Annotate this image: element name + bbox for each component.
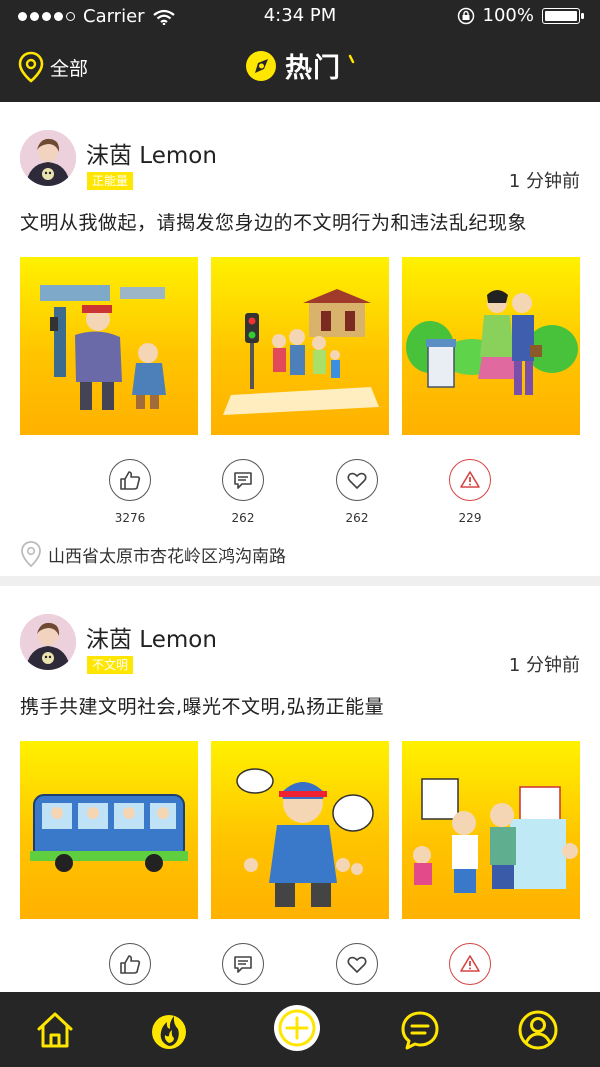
page-title-text: 热门 — [285, 53, 341, 84]
tab-hot[interactable] — [145, 1006, 193, 1054]
post-image-trash-cartoon[interactable] — [402, 257, 580, 435]
post-image-clinic-cartoon[interactable] — [402, 741, 580, 919]
battery-group: 100% — [457, 5, 584, 26]
report-count: 229 — [458, 511, 482, 525]
compass-logo-icon — [246, 50, 276, 81]
profile-icon — [518, 1010, 558, 1050]
post-image-spitting-cartoon[interactable] — [211, 741, 389, 919]
post-time: 1 分钟前 — [508, 171, 580, 192]
spark-decoration-icon — [348, 54, 355, 63]
home-icon — [37, 1012, 73, 1048]
favorite-action[interactable] — [317, 943, 397, 985]
username[interactable]: 沫茵 Lemon — [86, 620, 217, 654]
nav-bar: 全部 热门 — [0, 34, 600, 102]
post-time: 1 分钟前 — [508, 655, 580, 676]
report-action[interactable] — [430, 943, 510, 985]
tab-bar — [0, 992, 600, 1067]
tab-messages[interactable] — [396, 1006, 444, 1054]
comment-count: 262 — [231, 511, 255, 525]
comment-action[interactable]: 262 — [203, 459, 283, 525]
warning-icon[interactable] — [449, 943, 491, 985]
username[interactable]: 沫茵 Lemon — [86, 136, 217, 170]
favorite-action[interactable]: 262 — [317, 459, 397, 525]
favorite-count: 262 — [345, 511, 369, 525]
thumbs-up-icon[interactable] — [109, 459, 151, 501]
tab-profile[interactable] — [514, 1006, 562, 1054]
message-icon — [401, 1011, 439, 1050]
post-text: 文明从我做起，请揭发您身边的不文明行为和违法乱纪现象 — [20, 212, 528, 234]
battery-percent: 100% — [482, 5, 534, 26]
like-action[interactable] — [90, 943, 170, 985]
post-location-text: 山西省太原市杏花岭区鸿沟南路 — [48, 546, 286, 567]
battery-icon — [542, 7, 584, 24]
category-badge: 正能量 — [87, 172, 134, 190]
report-action[interactable]: 229 — [430, 459, 510, 525]
comment-icon[interactable] — [222, 943, 264, 985]
post-feed[interactable]: 沫茵 Lemon 正能量 1 分钟前 文明从我做起，请揭发您身边的不文明行为和违… — [0, 102, 600, 1060]
comment-action[interactable] — [203, 943, 283, 985]
page-title: 热门 — [0, 46, 600, 85]
post-card[interactable]: 沫茵 Lemon 正能量 1 分钟前 文明从我做起，请揭发您身边的不文明行为和违… — [0, 102, 600, 576]
avatar[interactable] — [20, 130, 76, 186]
status-bar: Carrier 4:34 PM 100% — [0, 0, 600, 34]
map-pin-icon — [21, 541, 41, 568]
post-card[interactable]: 沫茵 Lemon 不文明 1 分钟前 携手共建文明社会,曝光不文明,弘扬正能量 — [0, 586, 600, 1060]
post-image-bus-cartoon[interactable] — [20, 257, 198, 435]
category-badge: 不文明 — [87, 656, 134, 674]
post-actions: 3276 262 262 229 — [0, 459, 600, 529]
fire-icon — [152, 1015, 186, 1049]
tab-home[interactable] — [31, 1006, 79, 1054]
like-action[interactable]: 3276 — [90, 459, 170, 525]
like-count: 3276 — [114, 511, 146, 525]
warning-icon[interactable] — [449, 459, 491, 501]
add-icon — [274, 1005, 320, 1051]
post-image-crosswalk-cartoon[interactable] — [211, 257, 389, 435]
post-images — [20, 257, 580, 435]
heart-icon[interactable] — [336, 459, 378, 501]
post-images — [20, 741, 580, 919]
heart-icon[interactable] — [336, 943, 378, 985]
post-image-crowded-bus-cartoon[interactable] — [20, 741, 198, 919]
comment-icon[interactable] — [222, 459, 264, 501]
post-text: 携手共建文明社会,曝光不文明,弘扬正能量 — [20, 696, 385, 718]
avatar[interactable] — [20, 614, 76, 670]
post-location[interactable]: 山西省太原市杏花岭区鸿沟南路 — [20, 540, 286, 568]
rotation-lock-icon — [457, 7, 474, 24]
tab-add[interactable] — [272, 1003, 322, 1053]
thumbs-up-icon[interactable] — [109, 943, 151, 985]
